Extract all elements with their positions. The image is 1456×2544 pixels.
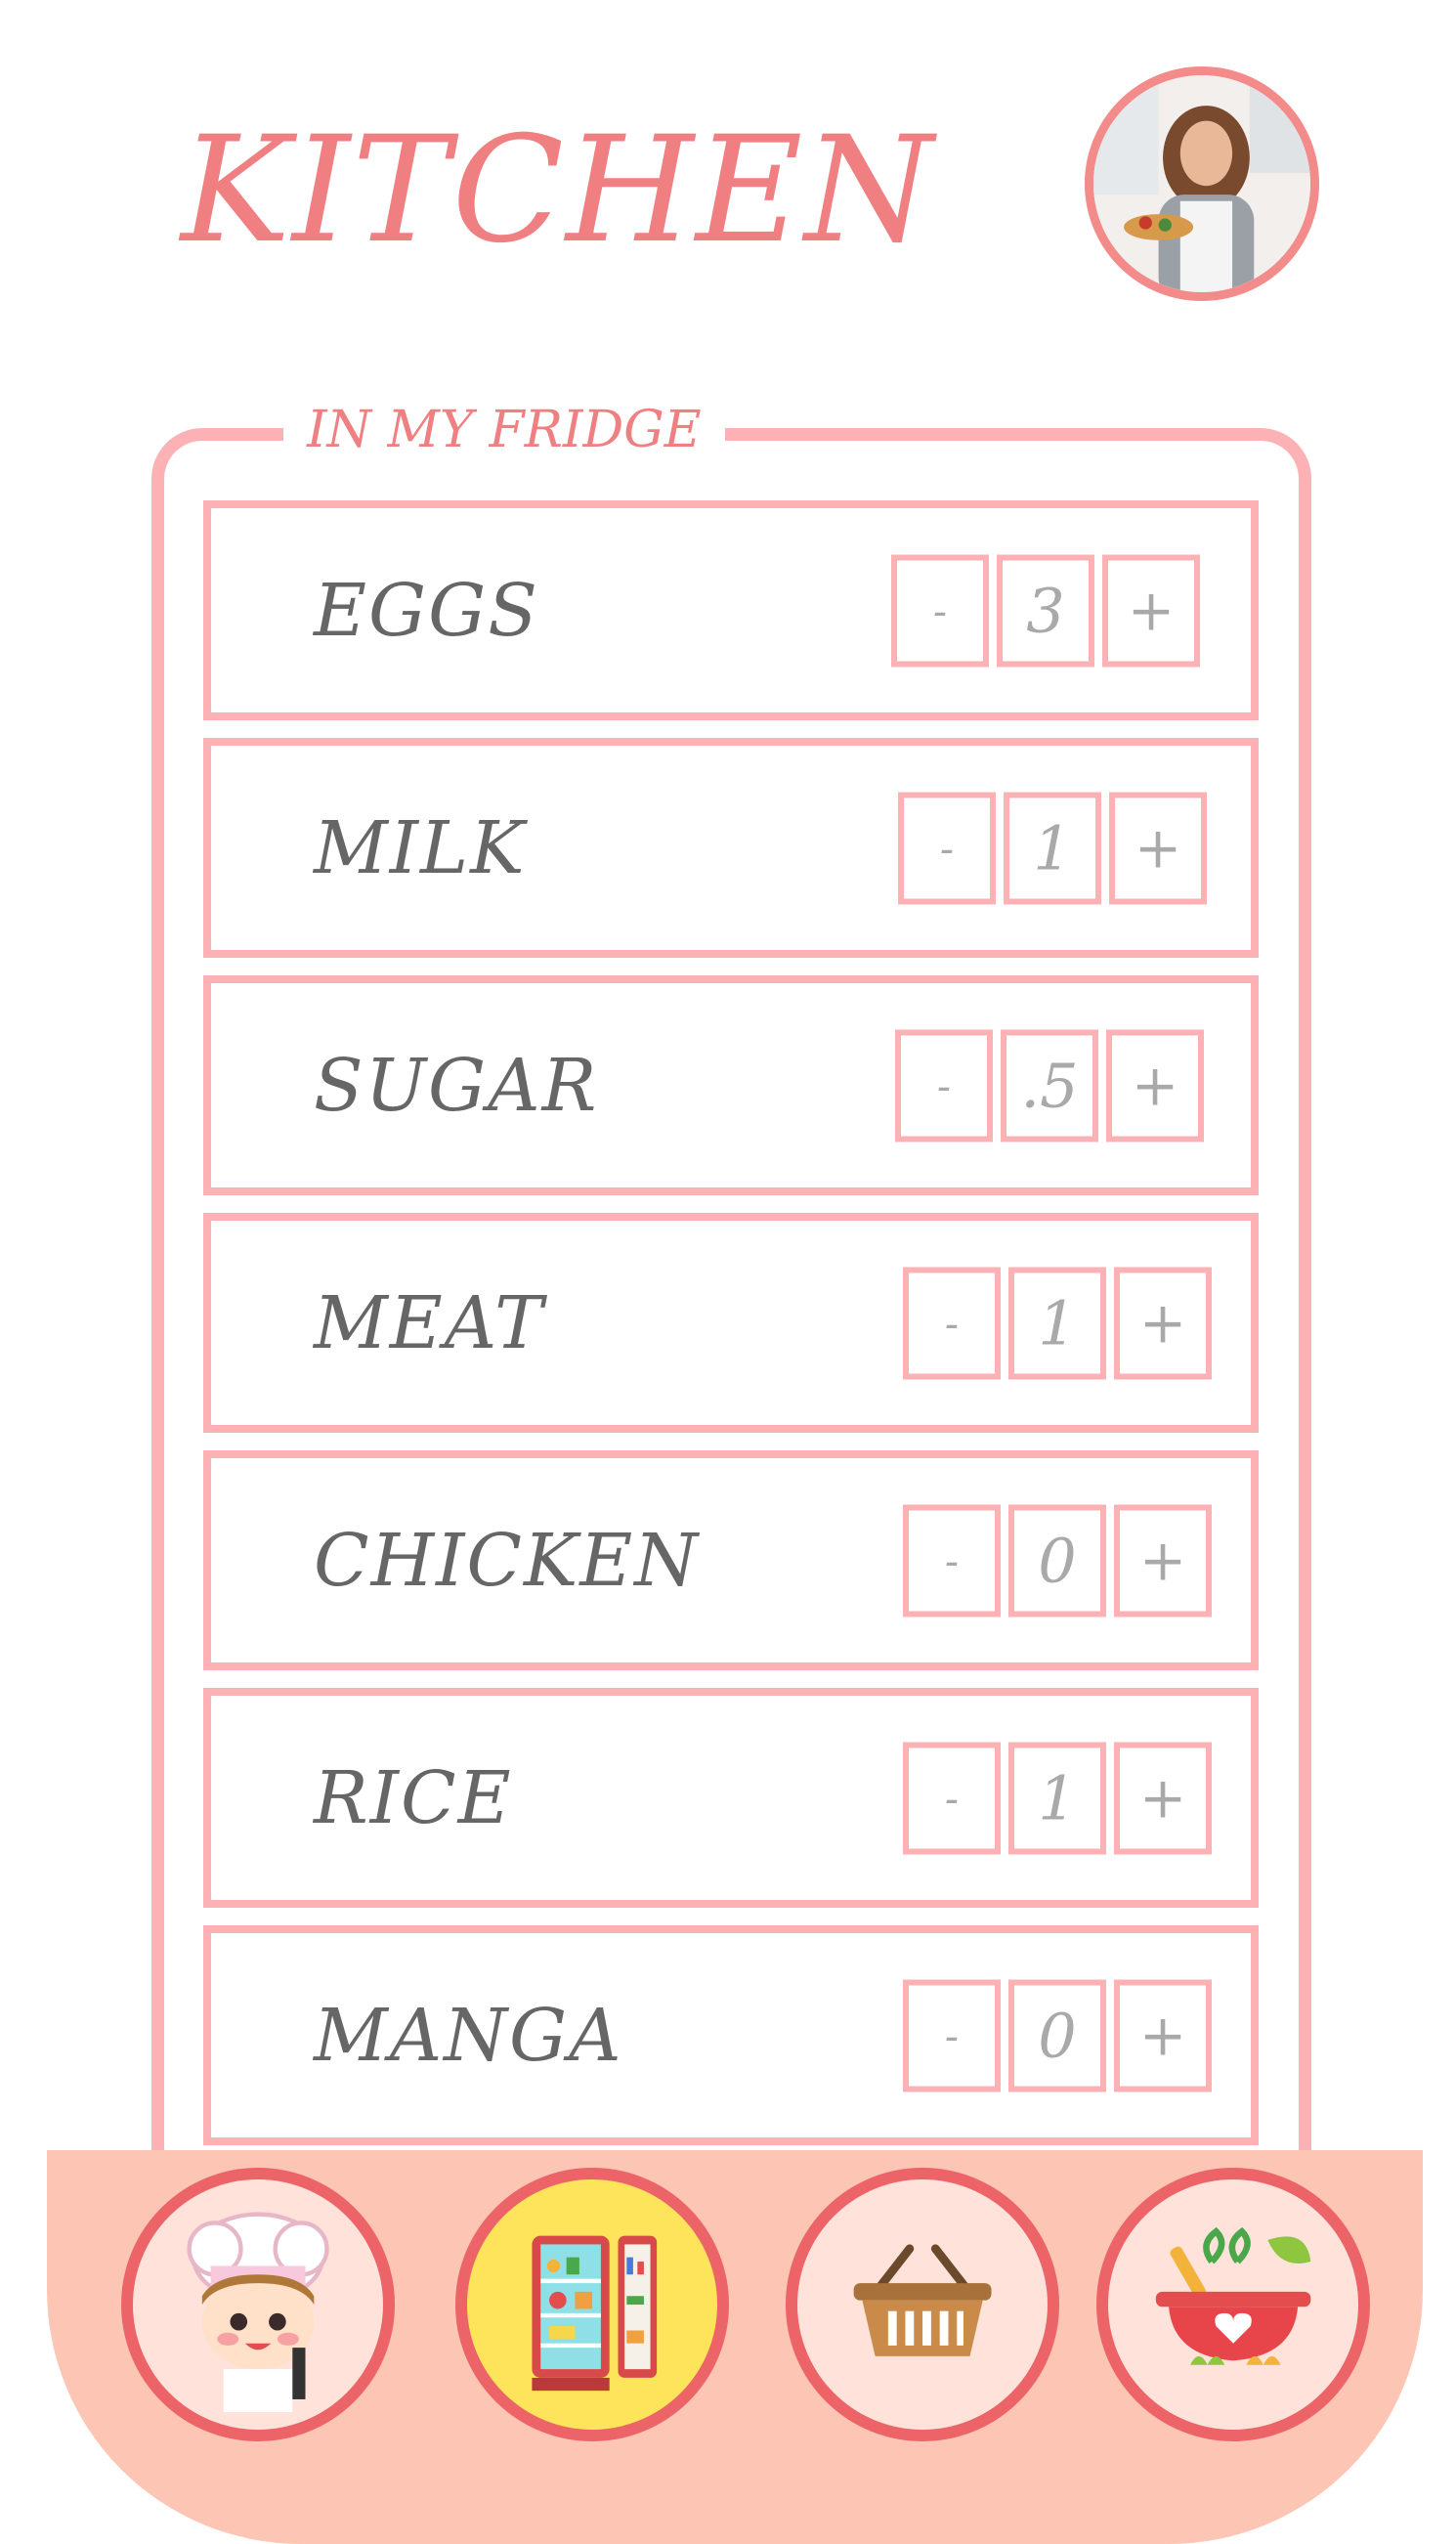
item-name: RICE [314, 1755, 513, 1840]
item-name: MEAT [314, 1280, 545, 1365]
page-title: KITCHEN [181, 106, 935, 276]
item-name: MANGA [314, 1993, 623, 2078]
user-avatar-image [1093, 75, 1310, 292]
basket-icon [853, 2244, 992, 2356]
fridge-item-meat: MEAT - 1 + [203, 1213, 1259, 1433]
item-name: SUGAR [314, 1043, 599, 1128]
increment-button[interactable]: + [1114, 1979, 1212, 2091]
item-name: MILK [314, 805, 527, 890]
increment-button[interactable]: + [1106, 1029, 1204, 1142]
nav-fridge-button[interactable] [455, 2168, 729, 2441]
increment-button[interactable]: + [1114, 1742, 1212, 1854]
increment-button[interactable]: + [1109, 792, 1207, 904]
fridge-item-chicken: CHICKEN - 0 + [203, 1450, 1259, 1670]
decrement-button[interactable]: - [903, 1979, 1001, 2091]
fridge-item-milk: MILK - 1 + [203, 738, 1259, 958]
nav-recipes-button[interactable] [1096, 2168, 1370, 2441]
quantity-stepper: - .5 + [895, 1029, 1204, 1142]
fridge-item-rice: RICE - 1 + [203, 1688, 1259, 1908]
quantity-value[interactable]: 3 [997, 554, 1094, 667]
cooking-pot-icon [1155, 2226, 1311, 2365]
fridge-item-eggs: EGGS - 3 + [203, 500, 1259, 720]
fridge-item-manga: MANGA - 0 + [203, 1925, 1259, 2145]
decrement-button[interactable]: - [898, 792, 996, 904]
fridge-item-sugar: SUGAR - .5 + [203, 975, 1259, 1195]
quantity-value[interactable]: 1 [1008, 1267, 1106, 1379]
increment-button[interactable]: + [1114, 1504, 1212, 1617]
quantity-value[interactable]: .5 [1001, 1029, 1098, 1142]
decrement-button[interactable]: - [903, 1267, 1001, 1379]
quantity-stepper: - 3 + [891, 554, 1200, 667]
quantity-value[interactable]: 0 [1008, 1979, 1106, 2091]
increment-button[interactable]: + [1114, 1267, 1212, 1379]
fridge-panel-title: IN MY FRIDGE [283, 391, 725, 469]
quantity-stepper: - 1 + [903, 1267, 1212, 1379]
avatar[interactable] [1085, 66, 1319, 301]
nav-basket-button[interactable] [786, 2168, 1059, 2441]
item-name: CHICKEN [314, 1518, 701, 1603]
decrement-button[interactable]: - [903, 1742, 1001, 1854]
quantity-stepper: - 1 + [903, 1742, 1212, 1854]
quantity-stepper: - 0 + [903, 1504, 1212, 1617]
decrement-button[interactable]: - [891, 554, 989, 667]
quantity-value[interactable]: 1 [1004, 792, 1101, 904]
decrement-button[interactable]: - [903, 1504, 1001, 1617]
quantity-value[interactable]: 1 [1008, 1742, 1106, 1854]
quantity-value[interactable]: 0 [1008, 1504, 1106, 1617]
decrement-button[interactable]: - [895, 1029, 993, 1142]
chef-icon [187, 2212, 329, 2413]
nav-chef-button[interactable] [121, 2168, 395, 2441]
fridge-icon [532, 2235, 658, 2392]
quantity-stepper: - 0 + [903, 1979, 1212, 2091]
increment-button[interactable]: + [1102, 554, 1200, 667]
quantity-stepper: - 1 + [898, 792, 1207, 904]
item-name: EGGS [314, 568, 539, 653]
